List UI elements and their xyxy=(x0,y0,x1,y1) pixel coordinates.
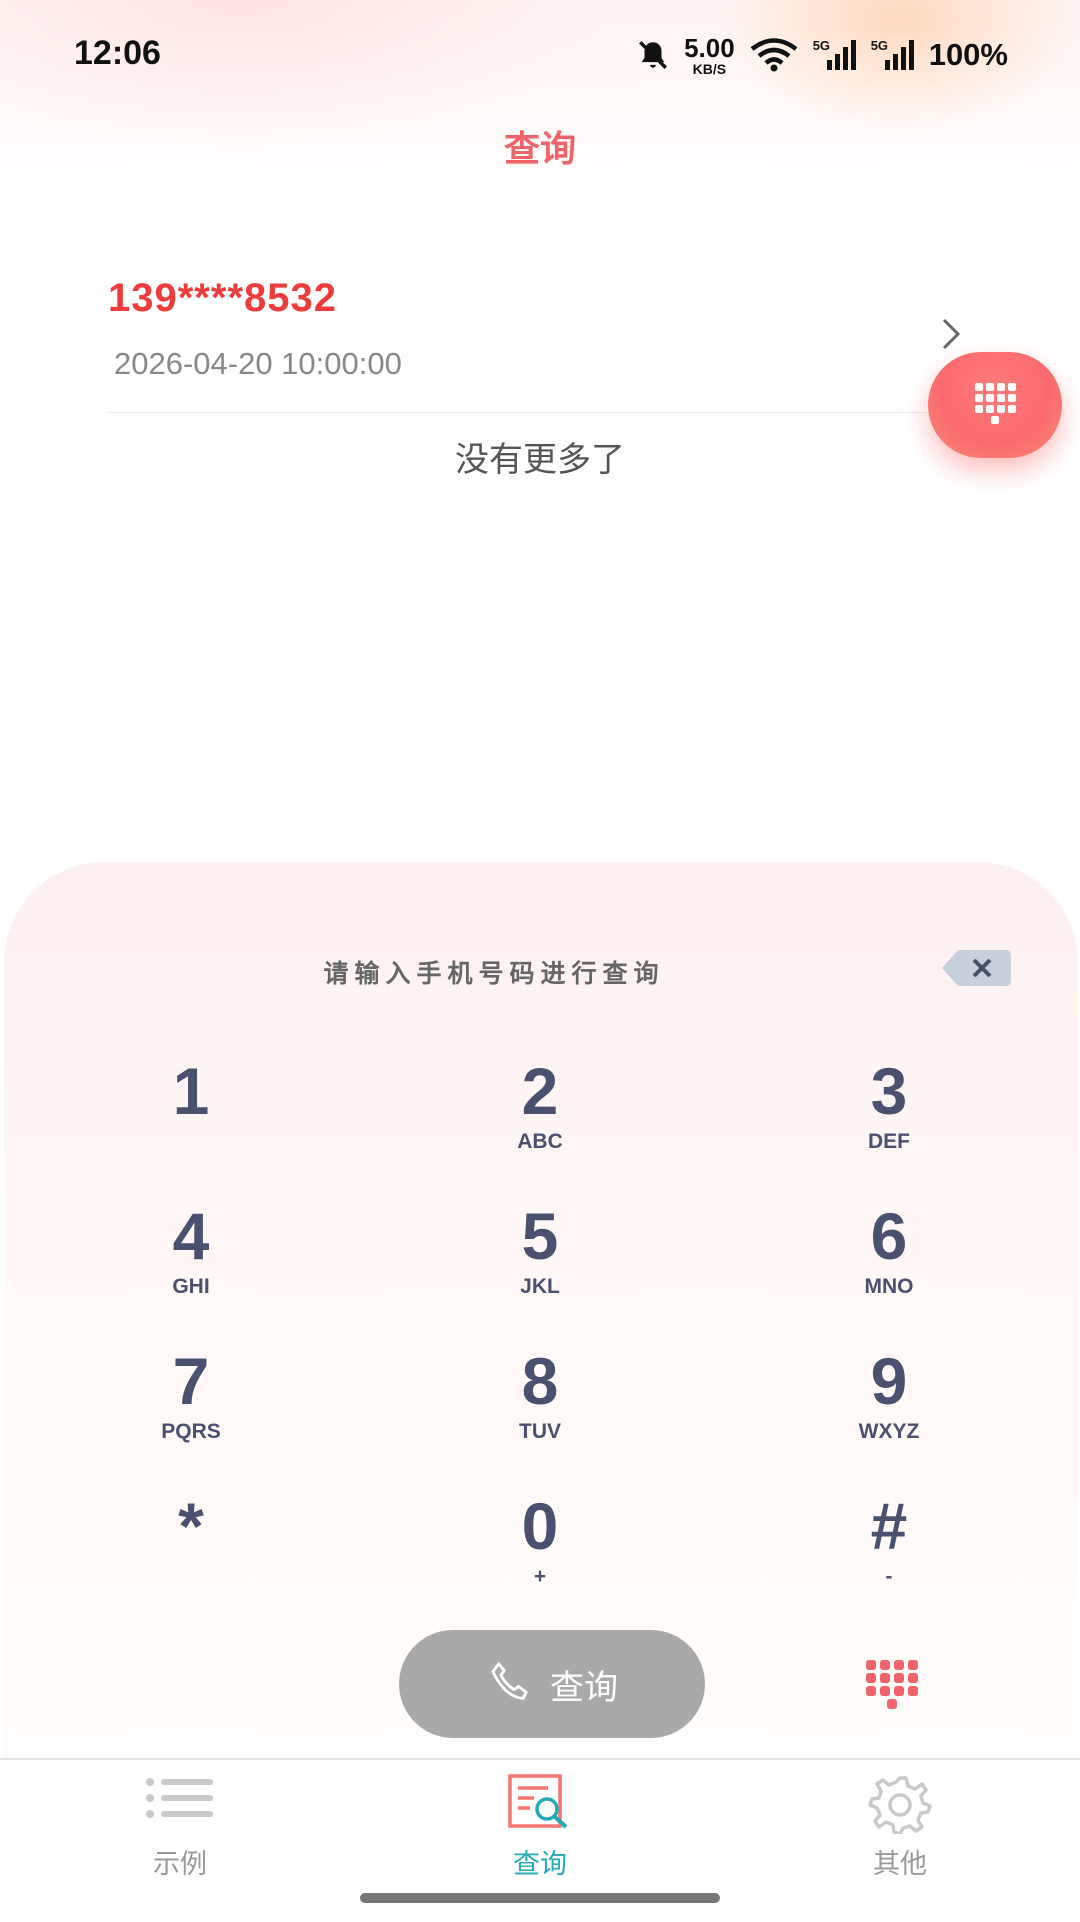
key-letters: ABC xyxy=(517,1130,563,1153)
battery-level: 100% xyxy=(928,37,1008,72)
record-item[interactable]: 139****8532 2026-04-20 10:00:00 xyxy=(108,270,961,412)
cellular-signal-1: 5G xyxy=(813,38,857,72)
key-letters: DEF xyxy=(868,1130,910,1153)
key-digit: * xyxy=(178,1489,204,1563)
tab-label: 示例 xyxy=(153,1849,207,1880)
key-6[interactable]: 6 MNO xyxy=(789,1203,989,1323)
tab-query[interactable]: 查询 xyxy=(430,1760,650,1880)
tab-label: 其他 xyxy=(873,1849,927,1880)
key-digit: 5 xyxy=(521,1199,559,1273)
key-letters: MNO xyxy=(864,1275,914,1298)
keypad-fab-button[interactable] xyxy=(928,352,1062,458)
phone-icon xyxy=(486,1659,532,1709)
dialpad-toggle-icon[interactable] xyxy=(864,1658,920,1714)
key-digit: 0 xyxy=(521,1489,559,1563)
key-3[interactable]: 3 DEF xyxy=(789,1058,989,1178)
key-0[interactable]: 0 + xyxy=(440,1493,640,1613)
page-title: 查询 xyxy=(503,129,576,170)
key-digit: 6 xyxy=(870,1199,908,1273)
bell-muted-icon xyxy=(636,38,670,72)
record-timestamp: 2026-04-20 10:00:00 xyxy=(114,346,402,381)
key-digit: 3 xyxy=(870,1054,908,1128)
key-1[interactable]: 1 xyxy=(91,1058,291,1178)
key-star[interactable]: * xyxy=(91,1493,291,1613)
search-document-icon xyxy=(508,1774,572,1834)
key-letters: WXYZ xyxy=(858,1420,920,1443)
query-button-label: 查询 xyxy=(550,1667,618,1708)
status-bar: 12:06 5.00 KB/S 5G 5G 100% xyxy=(0,0,1080,110)
key-7[interactable]: 7 PQRS xyxy=(91,1348,291,1468)
divider xyxy=(108,412,960,413)
dial-keypad: 请输入手机号码进行查询 1 2 ABC 3 DEF 4 GHI 5 JKL 6 … xyxy=(4,862,1078,1762)
cellular-signal-2: 5G xyxy=(871,38,915,72)
signal-2-label: 5G xyxy=(870,38,889,53)
list-icon xyxy=(145,1774,215,1826)
key-9[interactable]: 9 WXYZ xyxy=(789,1348,989,1468)
key-letters: - xyxy=(885,1565,893,1588)
key-digit: 2 xyxy=(521,1054,559,1128)
tab-examples[interactable]: 示例 xyxy=(70,1760,290,1880)
query-button[interactable]: 查询 xyxy=(399,1630,705,1738)
key-digit: 8 xyxy=(521,1344,559,1418)
network-speed-unit: KB/S xyxy=(692,60,727,77)
key-letters: PQRS xyxy=(161,1420,221,1443)
key-digit: 4 xyxy=(172,1199,210,1273)
key-5[interactable]: 5 JKL xyxy=(440,1203,640,1323)
signal-1-label: 5G xyxy=(812,38,831,53)
gear-icon xyxy=(868,1774,932,1838)
network-speed: 5.00 KB/S xyxy=(684,35,735,76)
key-4[interactable]: 4 GHI xyxy=(91,1203,291,1323)
status-time: 12:06 xyxy=(74,34,161,72)
key-digit: 7 xyxy=(172,1344,210,1418)
dialpad-icon xyxy=(971,381,1019,429)
tab-label: 查询 xyxy=(513,1849,567,1880)
key-letters: GHI xyxy=(172,1275,210,1298)
backspace-icon[interactable] xyxy=(940,948,1012,992)
list-end-text: 没有更多了 xyxy=(455,440,625,480)
key-letters: + xyxy=(533,1565,547,1588)
key-digit: 9 xyxy=(870,1344,908,1418)
key-digit: 1 xyxy=(172,1054,210,1128)
key-digit: # xyxy=(870,1489,908,1563)
home-indicator[interactable] xyxy=(360,1893,720,1903)
tab-other[interactable]: 其他 xyxy=(790,1760,1010,1880)
key-2[interactable]: 2 ABC xyxy=(440,1058,640,1178)
wifi-icon xyxy=(749,38,799,72)
key-letters: JKL xyxy=(520,1275,560,1298)
key-8[interactable]: 8 TUV xyxy=(440,1348,640,1468)
network-speed-value: 5.00 xyxy=(684,32,735,63)
key-hash[interactable]: # - xyxy=(789,1493,989,1613)
record-phone-number: 139****8532 xyxy=(108,276,337,320)
keypad-prompt: 请输入手机号码进行查询 xyxy=(323,959,665,988)
status-icons: 5.00 KB/S 5G 5G 100% xyxy=(636,32,1008,78)
key-letters: TUV xyxy=(519,1420,561,1443)
chevron-right-icon xyxy=(936,314,966,358)
